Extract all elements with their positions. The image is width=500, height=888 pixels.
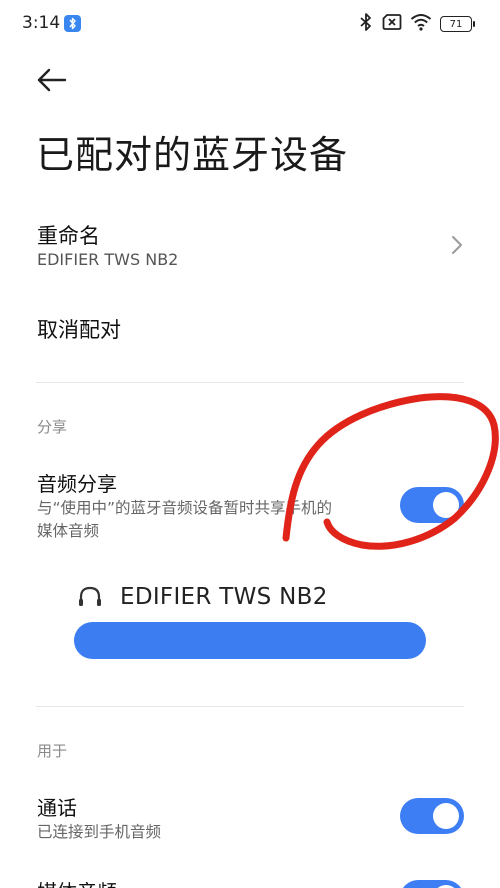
volume-slider[interactable] [74, 622, 426, 659]
shared-device-row: EDIFIER TWS NB2 [76, 580, 328, 614]
section-label-share: 分享 [37, 418, 68, 436]
back-button[interactable] [36, 66, 68, 94]
media-audio-row[interactable]: 媒体音频 [0, 872, 500, 888]
call-toggle[interactable] [400, 798, 464, 834]
battery-icon: 71 [440, 16, 475, 32]
bluetooth-badge-icon [64, 15, 81, 32]
device-name-value: EDIFIER TWS NB2 [37, 250, 179, 269]
status-bar: 3:14 71 [0, 0, 500, 48]
unpair-label: 取消配对 [37, 318, 121, 342]
toggle-knob [433, 803, 459, 829]
call-row[interactable]: 通话 已连接到手机音频 [0, 788, 500, 848]
audio-share-row[interactable]: 音频分享 与“使用中”的蓝牙音频设备暂时共享手机的 媒体音频 [0, 462, 500, 552]
audio-share-toggle[interactable] [400, 487, 464, 523]
rename-row[interactable]: 重命名 EDIFIER TWS NB2 [0, 210, 500, 284]
section-label-use: 用于 [37, 742, 68, 760]
bluetooth-icon [358, 12, 374, 36]
call-title: 通话 [37, 796, 77, 820]
status-icons: 71 [358, 12, 475, 36]
sim-off-icon [382, 13, 402, 35]
divider [36, 706, 464, 707]
rename-label: 重命名 [37, 224, 100, 248]
page-title: 已配对的蓝牙设备 [36, 133, 349, 177]
audio-share-description-line1: 与“使用中”的蓝牙音频设备暂时共享手机的 [37, 499, 333, 517]
audio-share-description-line2: 媒体音频 [37, 522, 100, 540]
media-audio-toggle[interactable] [400, 880, 464, 888]
unpair-row[interactable]: 取消配对 [0, 300, 500, 354]
status-time: 3:14 [22, 13, 61, 33]
shared-device-name: EDIFIER TWS NB2 [120, 584, 328, 610]
divider [36, 382, 464, 383]
call-description: 已连接到手机音频 [37, 823, 162, 841]
headphones-icon [79, 586, 101, 606]
wifi-icon [410, 13, 432, 35]
back-arrow-icon [37, 68, 67, 92]
audio-share-title: 音频分享 [37, 472, 117, 496]
toggle-knob [433, 492, 459, 518]
chevron-right-icon [452, 236, 462, 254]
media-audio-title: 媒体音频 [37, 876, 117, 888]
